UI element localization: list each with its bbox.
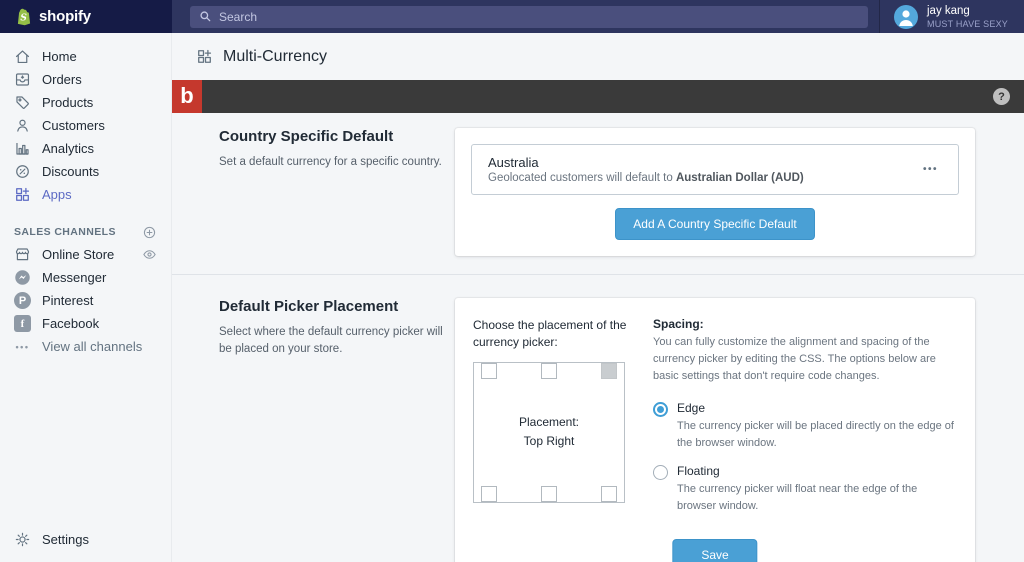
- sidebar: Home Orders: [0, 33, 172, 562]
- svg-text:S: S: [20, 13, 27, 23]
- discount-icon: [14, 163, 31, 180]
- main-content: Multi-Currency b ? Country Specific Defa…: [172, 33, 1024, 562]
- sidebar-item-label: Customers: [42, 118, 105, 133]
- storefront-icon: [14, 246, 31, 263]
- sidebar-item-label: Messenger: [42, 270, 106, 285]
- sidebar-item-facebook[interactable]: f Facebook: [0, 312, 171, 335]
- gear-icon: [14, 531, 31, 548]
- section-heading: Default Picker Placement: [219, 298, 455, 315]
- search-input[interactable]: [219, 10, 859, 24]
- facebook-icon: f: [14, 315, 31, 332]
- sidebar-item-label: Online Store: [42, 247, 114, 262]
- sidebar-item-apps[interactable]: Apps: [0, 183, 171, 206]
- sidebar-item-label: Pinterest: [42, 293, 93, 308]
- messenger-icon: [14, 269, 31, 286]
- country-currency: Australian Dollar (AUD): [676, 172, 804, 184]
- more-channels-icon: •••: [14, 342, 31, 352]
- shopify-logo[interactable]: S shopify: [0, 0, 172, 33]
- more-options-icon[interactable]: •••: [919, 162, 942, 177]
- page-header: Multi-Currency: [172, 33, 1024, 80]
- sidebar-item-label: Facebook: [42, 316, 99, 331]
- sidebar-item-discounts[interactable]: Discounts: [0, 160, 171, 183]
- picker-placement-section: Default Picker Placement Select where th…: [172, 275, 1024, 562]
- save-button[interactable]: Save: [672, 539, 757, 562]
- sidebar-item-home[interactable]: Home: [0, 45, 171, 68]
- country-name: Australia: [488, 155, 919, 170]
- sidebar-item-label: Settings: [42, 532, 89, 547]
- avatar: [894, 5, 918, 29]
- pinterest-icon: P: [14, 292, 31, 309]
- sidebar-item-online-store[interactable]: Online Store: [0, 243, 171, 266]
- topbar: S shopify: [0, 0, 1024, 33]
- sidebar-item-label: Products: [42, 95, 93, 110]
- country-default-intro: Country Specific Default Set a default c…: [219, 128, 455, 256]
- apps-icon: [14, 186, 31, 203]
- country-default-section: Country Specific Default Set a default c…: [172, 113, 1024, 274]
- help-icon[interactable]: ?: [993, 88, 1010, 105]
- orders-icon: [14, 71, 31, 88]
- sidebar-item-customers[interactable]: Customers: [0, 114, 171, 137]
- home-icon: [14, 48, 31, 65]
- sidebar-item-view-all-channels[interactable]: ••• View all channels: [0, 335, 171, 358]
- sidebar-item-analytics[interactable]: Analytics: [0, 137, 171, 160]
- edge-radio-label: Edge: [677, 401, 957, 415]
- country-default-card: Australia Geolocated customers will defa…: [455, 128, 975, 256]
- sidebar-item-label: Home: [42, 49, 77, 64]
- placement-current-value: Placement: Top Right: [474, 363, 624, 502]
- sidebar-item-label: Orders: [42, 72, 82, 87]
- floating-radio[interactable]: [653, 465, 668, 480]
- app-banner: b ?: [172, 80, 1024, 113]
- placement-preview-box: Placement: Top Right: [473, 362, 625, 503]
- sidebar-item-label: View all channels: [42, 339, 142, 354]
- section-description: Select where the default currency picker…: [219, 324, 455, 359]
- topbar-main: jay kang MUST HAVE SEXY: [172, 0, 1024, 33]
- view-store-eye-icon[interactable]: [142, 247, 157, 262]
- shopify-bag-icon: S: [13, 7, 33, 27]
- add-channel-icon[interactable]: [142, 225, 157, 240]
- sidebar-item-label: Discounts: [42, 164, 99, 179]
- picker-placement-intro: Default Picker Placement Select where th…: [219, 298, 455, 562]
- tag-icon: [14, 94, 31, 111]
- country-entry-info: Australia Geolocated customers will defa…: [488, 155, 919, 184]
- edge-radio[interactable]: [653, 402, 668, 417]
- apps-page-icon: [196, 48, 213, 65]
- bar-chart-icon: [14, 140, 31, 157]
- spacing-options: Spacing: You can fully customize the ali…: [653, 317, 957, 527]
- spacing-heading: Spacing:: [653, 317, 957, 331]
- floating-radio-label: Floating: [677, 464, 957, 478]
- spacing-option-edge: Edge The currency picker will be placed …: [653, 401, 957, 451]
- placement-chooser-label: Choose the placement of the currency pic…: [473, 317, 631, 352]
- app-logo: b: [172, 80, 202, 113]
- app-window: S shopify: [0, 0, 1024, 562]
- page-title: Multi-Currency: [223, 48, 327, 66]
- user-menu[interactable]: jay kang MUST HAVE SEXY: [879, 0, 1024, 33]
- brand-wordmark: shopify: [39, 8, 91, 25]
- person-icon: [14, 117, 31, 134]
- country-detail: Geolocated customers will default to Aus…: [488, 172, 919, 184]
- search-icon: [199, 10, 212, 23]
- picker-placement-card: Choose the placement of the currency pic…: [455, 298, 975, 562]
- country-entry-row: Australia Geolocated customers will defa…: [471, 144, 959, 195]
- sidebar-item-label: Apps: [42, 187, 72, 202]
- section-heading: Country Specific Default: [219, 128, 455, 145]
- add-country-default-button[interactable]: Add A Country Specific Default: [615, 208, 814, 240]
- floating-radio-description: The currency picker will float near the …: [677, 481, 957, 514]
- sidebar-item-messenger[interactable]: Messenger: [0, 266, 171, 289]
- sidebar-item-products[interactable]: Products: [0, 91, 171, 114]
- spacing-description: You can fully customize the alignment an…: [653, 334, 957, 385]
- spacing-option-floating: Floating The currency picker will float …: [653, 464, 957, 514]
- user-name: jay kang: [927, 4, 1008, 18]
- search-bar[interactable]: [190, 6, 868, 28]
- edge-radio-description: The currency picker will be placed direc…: [677, 418, 957, 451]
- sales-channels-heading: SALES CHANNELS: [0, 221, 171, 243]
- user-store-name: MUST HAVE SEXY: [927, 19, 1008, 29]
- placement-chooser: Choose the placement of the currency pic…: [473, 317, 631, 527]
- sidebar-item-orders[interactable]: Orders: [0, 68, 171, 91]
- primary-nav: Home Orders: [0, 45, 171, 206]
- sidebar-item-pinterest[interactable]: P Pinterest: [0, 289, 171, 312]
- section-description: Set a default currency for a specific co…: [219, 154, 455, 171]
- sidebar-item-label: Analytics: [42, 141, 94, 156]
- sidebar-item-settings[interactable]: Settings: [0, 528, 171, 551]
